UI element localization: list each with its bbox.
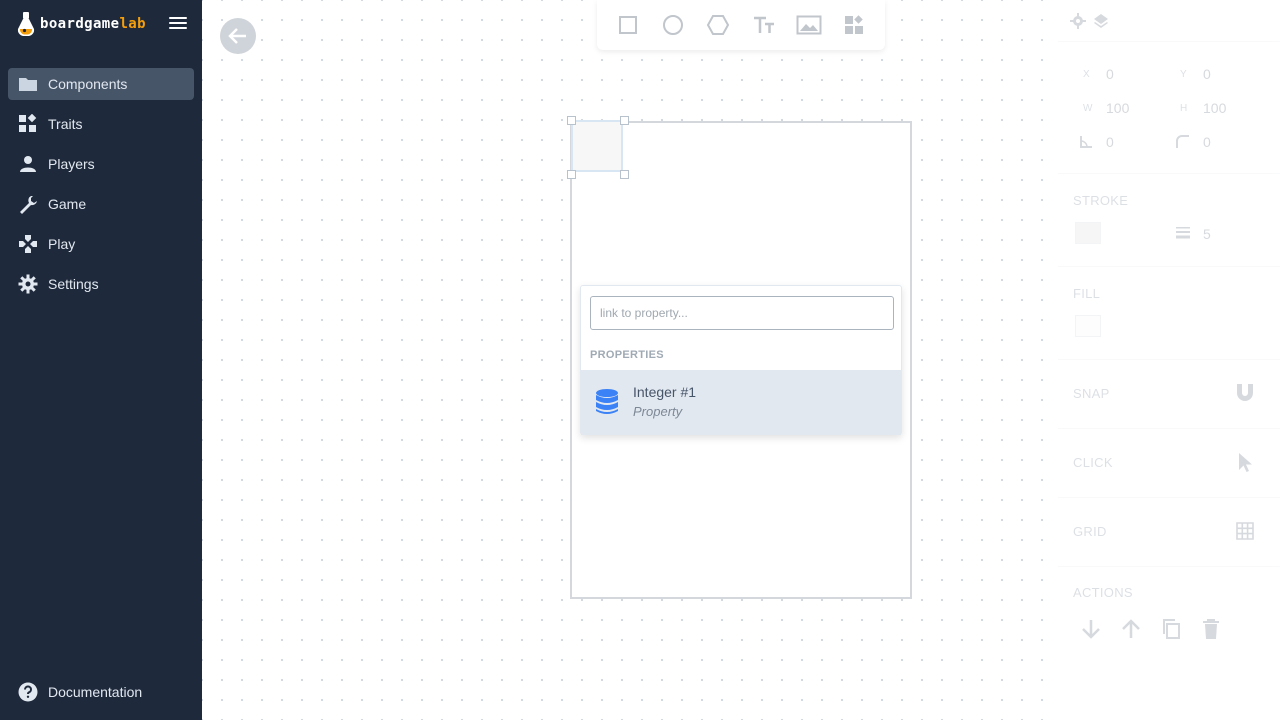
grid-icon [1236, 522, 1254, 540]
rectangle-shape[interactable] [571, 120, 623, 172]
stroke-section: STROKE 5 [1058, 175, 1280, 267]
sidebar-item-label: Players [48, 156, 95, 172]
sidebar-item-label: Traits [48, 116, 83, 132]
component-tool-icon [845, 15, 864, 34]
radius-field[interactable]: 0 [1203, 134, 1211, 150]
fill-title: FILL [1073, 286, 1101, 301]
circle-tool-icon [662, 15, 683, 35]
widgets-icon [18, 114, 38, 134]
link-property-dropdown: PROPERTIES Integer #1 Property [580, 285, 902, 435]
h-label: H [1180, 103, 1188, 114]
rectangle-tool-button[interactable] [614, 11, 642, 39]
property-option-subtitle: Property [633, 404, 683, 419]
height-field[interactable]: 100 [1203, 100, 1226, 116]
grid-section[interactable]: GRID [1058, 499, 1280, 567]
sidebar-item-players[interactable]: Players [8, 148, 194, 180]
cursor-icon [1239, 453, 1252, 472]
arrow-left-icon [228, 28, 246, 44]
sidebar-item-label: Documentation [48, 684, 143, 700]
editor-canvas[interactable]: PROPERTIES Integer #1 Property [202, 0, 1058, 720]
properties-section-label: PROPERTIES [590, 349, 664, 361]
text-tool-icon [753, 16, 774, 33]
w-label: W [1083, 103, 1093, 114]
panel-tabs [1058, 0, 1280, 42]
sidebar-item-components[interactable]: Components [8, 68, 194, 100]
sidebar-item-label: Components [48, 76, 128, 92]
flask-logo-icon [17, 12, 35, 36]
fill-color-swatch[interactable] [1075, 315, 1101, 337]
stroke-title: STROKE [1073, 193, 1129, 208]
rectangle-tool-icon [618, 16, 637, 34]
gamepad-icon [18, 234, 38, 254]
actions-section: ACTIONS [1058, 568, 1280, 668]
properties-panel: X 0 Y 0 W 100 H 100 0 0 STROKE 5 FILL SN… [1058, 0, 1280, 720]
actions-title: ACTIONS [1073, 585, 1133, 600]
line-weight-icon [1176, 227, 1190, 239]
click-title: CLICK [1073, 455, 1113, 470]
hexagon-tool-button[interactable] [704, 11, 732, 39]
resize-handle-bottom-left[interactable] [567, 170, 576, 179]
fill-section: FILL [1058, 268, 1280, 360]
y-field[interactable]: 0 [1203, 66, 1211, 82]
duplicate-icon[interactable] [1160, 618, 1182, 640]
person-icon [18, 154, 38, 174]
text-tool-button[interactable] [750, 11, 778, 39]
gear-icon[interactable] [1070, 13, 1086, 29]
resize-handle-top-right[interactable] [620, 116, 629, 125]
sidebar: boardgamelab Components Traits Players G… [0, 0, 202, 720]
image-tool-icon [796, 15, 822, 35]
help-icon [18, 682, 38, 702]
selected-rectangle-shape[interactable] [567, 116, 629, 179]
sidebar-item-game[interactable]: Game [8, 188, 194, 220]
folder-icon [18, 74, 38, 94]
grid-title: GRID [1073, 524, 1107, 539]
menu-toggle-button[interactable] [168, 14, 188, 34]
magnet-icon [1237, 384, 1253, 401]
move-up-icon[interactable] [1120, 618, 1142, 640]
property-option-title: Integer #1 [633, 384, 697, 400]
stroke-width-field[interactable]: 5 [1203, 226, 1211, 242]
sidebar-item-documentation[interactable]: Documentation [8, 676, 194, 708]
back-button[interactable] [220, 18, 256, 54]
brand-name: boardgamelab [40, 16, 146, 32]
layers-icon[interactable] [1093, 13, 1109, 29]
sidebar-item-traits[interactable]: Traits [8, 108, 194, 140]
link-property-input[interactable] [590, 296, 894, 330]
property-option[interactable]: Integer #1 Property [581, 370, 901, 435]
snap-title: SNAP [1073, 386, 1110, 401]
snap-section[interactable]: SNAP [1058, 361, 1280, 429]
sidebar-nav: Components Traits Players Game Play Sett… [8, 68, 194, 308]
circle-tool-button[interactable] [659, 11, 687, 39]
move-down-icon[interactable] [1080, 618, 1102, 640]
resize-handle-bottom-right[interactable] [620, 170, 629, 179]
x-field[interactable]: 0 [1106, 66, 1114, 82]
image-tool-button[interactable] [795, 11, 823, 39]
rotation-field[interactable]: 0 [1106, 134, 1114, 150]
sidebar-item-label: Settings [48, 276, 99, 292]
sidebar-item-settings[interactable]: Settings [8, 268, 194, 300]
position-fields: X 0 Y 0 W 100 H 100 0 0 [1058, 42, 1280, 174]
database-icon [596, 389, 618, 414]
click-section[interactable]: CLICK [1058, 430, 1280, 498]
hexagon-tool-icon [707, 15, 730, 35]
sidebar-item-label: Play [48, 236, 76, 252]
y-label: Y [1180, 69, 1187, 80]
rotation-icon [1080, 136, 1092, 148]
shape-toolbar [597, 0, 885, 50]
sidebar-item-play[interactable]: Play [8, 228, 194, 260]
x-label: X [1083, 69, 1090, 80]
resize-handle-top-left[interactable] [567, 116, 576, 125]
gear-icon [18, 274, 38, 294]
sidebar-item-label: Game [48, 196, 87, 212]
stroke-color-swatch[interactable] [1075, 222, 1101, 244]
width-field[interactable]: 100 [1106, 100, 1129, 116]
brand[interactable]: boardgamelab [16, 11, 146, 37]
corner-radius-icon [1176, 135, 1189, 148]
delete-icon[interactable] [1200, 618, 1222, 640]
component-tool-button[interactable] [840, 11, 868, 39]
wrench-icon [18, 194, 38, 214]
